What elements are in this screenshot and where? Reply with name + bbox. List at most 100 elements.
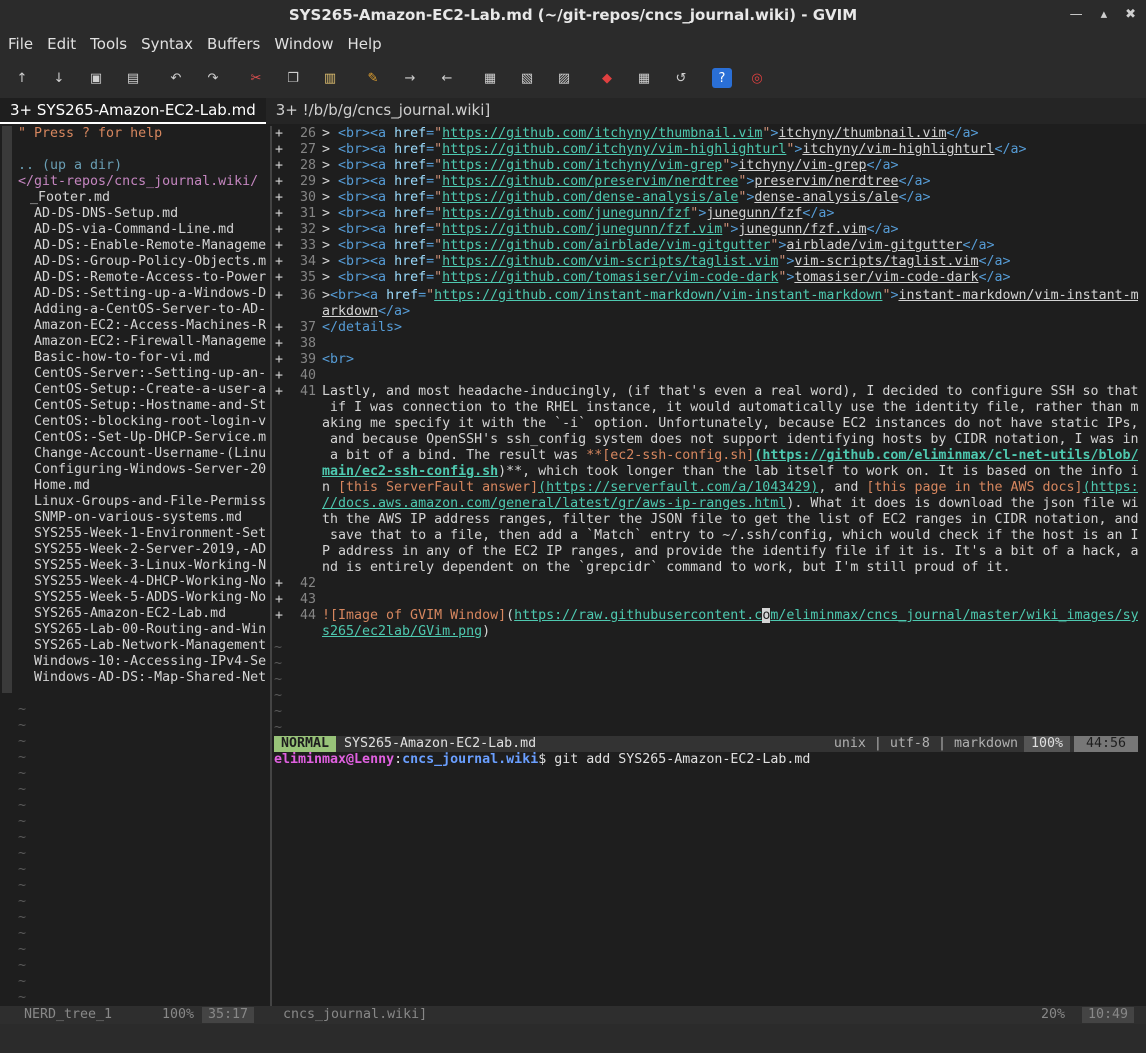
terminal-status-position: 10:49: [1082, 1007, 1135, 1023]
save-session-icon[interactable]: ▧: [515, 66, 539, 90]
empty-line-marker: ~: [18, 734, 27, 749]
find-next-icon[interactable]: →: [398, 66, 422, 90]
empty-line-marker: ~: [274, 704, 283, 719]
tab-wiki-dir[interactable]: 3+ !/b/b/g/cncs_journal.wiki]: [266, 98, 501, 124]
save-icon[interactable]: ↓: [47, 66, 71, 90]
gitgutter-sign: +: [275, 384, 284, 399]
empty-line-marker: ~: [18, 830, 27, 845]
mode-indicator: NORMAL: [274, 736, 336, 752]
paragraph-line: a bit of a bind. The result was **[ec2-s…: [322, 448, 1139, 463]
empty-line-marker: ~: [18, 958, 27, 973]
menu-help[interactable]: Help: [347, 35, 389, 53]
nerdtree-file[interactable]: SYS255-Week-4-DHCP-Working-No: [34, 574, 266, 590]
help-icon[interactable]: ?: [712, 68, 732, 88]
line-number: 28: [299, 158, 316, 173]
nerdtree-file[interactable]: CentOS-Setup:-Create-a-user-a: [34, 382, 266, 398]
code-line-wrap: s265/ec2lab/GVim.png): [322, 624, 491, 639]
terminal-pane[interactable]: eliminmax@Lenny:cncs_journal.wiki$ git a…: [272, 752, 1146, 1006]
empty-line-marker: ~: [18, 766, 27, 781]
find-replace-icon[interactable]: ✎: [361, 66, 385, 90]
find-prev-icon[interactable]: ←: [435, 66, 459, 90]
nerdtree-file[interactable]: CentOS-Setup:-Hostname-and-St: [34, 398, 266, 414]
nerdtree-file[interactable]: Basic-how-to-for-vi.md: [34, 350, 210, 366]
nerdtree-file[interactable]: AD-DS-DNS-Setup.md: [34, 206, 178, 222]
nerdtree-file[interactable]: _Footer.md: [30, 190, 110, 206]
minimize-icon[interactable]: —: [1070, 0, 1083, 30]
nerdtree-file[interactable]: Change-Account-Username-(Linu: [34, 446, 266, 462]
gitgutter-sign: +: [275, 608, 284, 623]
tab-current-file[interactable]: 3+ SYS265-Amazon-EC2-Lab.md: [0, 98, 266, 124]
line-number: 44: [299, 608, 316, 623]
nerdtree-panel[interactable]: " Press ? for help .. (up a dir) </git-r…: [0, 126, 270, 1006]
make-icon[interactable]: ◆: [595, 66, 619, 90]
load-session-icon[interactable]: ▦: [478, 66, 502, 90]
close-icon[interactable]: ✖: [1125, 0, 1136, 30]
run-script-icon[interactable]: ▨: [552, 66, 576, 90]
nerdtree-file[interactable]: SYS265-Amazon-EC2-Lab.md: [34, 606, 226, 622]
menu-tools[interactable]: Tools: [90, 35, 135, 53]
nerdtree-file[interactable]: AD-DS:-Enable-Remote-Manageme: [34, 238, 266, 254]
code-line: > <br><a href="https://github.com/junegu…: [322, 222, 899, 237]
nerdtree-status-position: 35:17: [202, 1007, 255, 1023]
undo-icon[interactable]: ↶: [164, 66, 188, 90]
nerdtree-file[interactable]: Amazon-EC2:-Access-Machines-R: [34, 318, 266, 334]
nerdtree-up-dir[interactable]: .. (up a dir): [18, 158, 122, 174]
open-icon[interactable]: ↑: [10, 66, 34, 90]
shell-icon[interactable]: ▦: [632, 66, 656, 90]
menu-file[interactable]: File: [8, 35, 41, 53]
nerdtree-file[interactable]: SYS265-Lab-Network-Management: [34, 638, 266, 654]
menu-syntax[interactable]: Syntax: [141, 35, 201, 53]
gitgutter-sign: +: [275, 288, 284, 303]
nerdtree-file[interactable]: Configuring-Windows-Server-20: [34, 462, 266, 478]
nerdtree-file[interactable]: Adding-a-CentOS-Server-to-AD-: [34, 302, 266, 318]
redo-icon[interactable]: ↷: [201, 66, 225, 90]
code-line: > <br><a href="https://github.com/itchyn…: [322, 142, 1027, 157]
line-number: 39: [299, 352, 316, 367]
command-line[interactable]: [0, 1024, 1146, 1053]
status-position: 44:56: [1074, 736, 1138, 752]
nerdtree-file[interactable]: SYS255-Week-2-Server-2019,-AD: [34, 542, 266, 558]
menu-bar: File Edit Tools Syntax Buffers Window He…: [0, 30, 1146, 58]
nerdtree-file[interactable]: AD-DS:-Remote-Access-to-Power: [34, 270, 266, 286]
maximize-icon[interactable]: ▴: [1101, 0, 1108, 30]
window-title: SYS265-Amazon-EC2-Lab.md (~/git-repos/cn…: [288, 6, 858, 24]
nerdtree-file[interactable]: SYS255-Week-5-ADDS-Working-No: [34, 590, 266, 606]
copy-icon[interactable]: ❐: [281, 66, 305, 90]
editor-pane[interactable]: +26 > <br><a href="https://github.com/itc…: [272, 126, 1146, 736]
save-all-icon[interactable]: ▣: [84, 66, 108, 90]
nerdtree-file[interactable]: SYS255-Week-3-Linux-Working-N: [34, 558, 266, 574]
empty-line-marker: ~: [18, 942, 27, 957]
menu-edit[interactable]: Edit: [47, 35, 84, 53]
nerdtree-file[interactable]: Windows-10:-Accessing-IPv4-Se: [34, 654, 266, 670]
nerdtree-file[interactable]: SYS255-Week-1-Environment-Set: [34, 526, 266, 542]
nerdtree-root[interactable]: </git-repos/cncs_journal.wiki/: [18, 174, 258, 190]
tags-icon[interactable]: ↺: [669, 66, 693, 90]
paragraph-line: Lastly, and most headache-inducingly, (i…: [322, 384, 1139, 399]
nerdtree-file[interactable]: CentOS-Server:-Setting-up-an-: [34, 366, 266, 382]
print-icon[interactable]: ▤: [121, 66, 145, 90]
tab-line: 3+ SYS265-Amazon-EC2-Lab.md 3+ !/b/b/g/c…: [0, 98, 1146, 124]
nerdtree-file[interactable]: CentOS:-blocking-root-login-v: [34, 414, 266, 430]
code-line: > <br><a href="https://github.com/vim-sc…: [322, 254, 1011, 269]
nerdtree-file[interactable]: AD-DS:-Group-Policy-Objects.m: [34, 254, 266, 270]
nerdtree-file[interactable]: CentOS:-Set-Up-DHCP-Service.m: [34, 430, 266, 446]
find-help-icon[interactable]: ◎: [745, 66, 769, 90]
paste-icon[interactable]: ▥: [318, 66, 342, 90]
nerdtree-file[interactable]: SNMP-on-various-systems.md: [34, 510, 242, 526]
cut-icon[interactable]: ✂: [244, 66, 268, 90]
nerdtree-file[interactable]: AD-DS-via-Command-Line.md: [34, 222, 234, 238]
gitgutter-sign: +: [275, 158, 284, 173]
paragraph-line: //docs.aws.amazon.com/general/latest/gr/…: [322, 496, 1139, 511]
gitgutter-sign: +: [275, 592, 284, 607]
menu-buffers[interactable]: Buffers: [207, 35, 268, 53]
nerdtree-file[interactable]: Windows-AD-DS:-Map-Shared-Net: [34, 670, 266, 686]
gitgutter-sign: +: [275, 368, 284, 383]
nerdtree-file[interactable]: AD-DS:-Setting-up-a-Windows-D: [34, 286, 266, 302]
nerdtree-file[interactable]: Linux-Groups-and-File-Permiss: [34, 494, 266, 510]
nerdtree-file[interactable]: Home.md: [34, 478, 90, 494]
nerdtree-file[interactable]: SYS265-Lab-00-Routing-and-Win: [34, 622, 266, 638]
nerdtree-file[interactable]: Amazon-EC2:-Firewall-Manageme: [34, 334, 266, 350]
code-line-wrap: arkdown</a>: [322, 304, 411, 319]
menu-window[interactable]: Window: [274, 35, 341, 53]
nerdtree-help-hint: " Press ? for help: [18, 126, 163, 141]
